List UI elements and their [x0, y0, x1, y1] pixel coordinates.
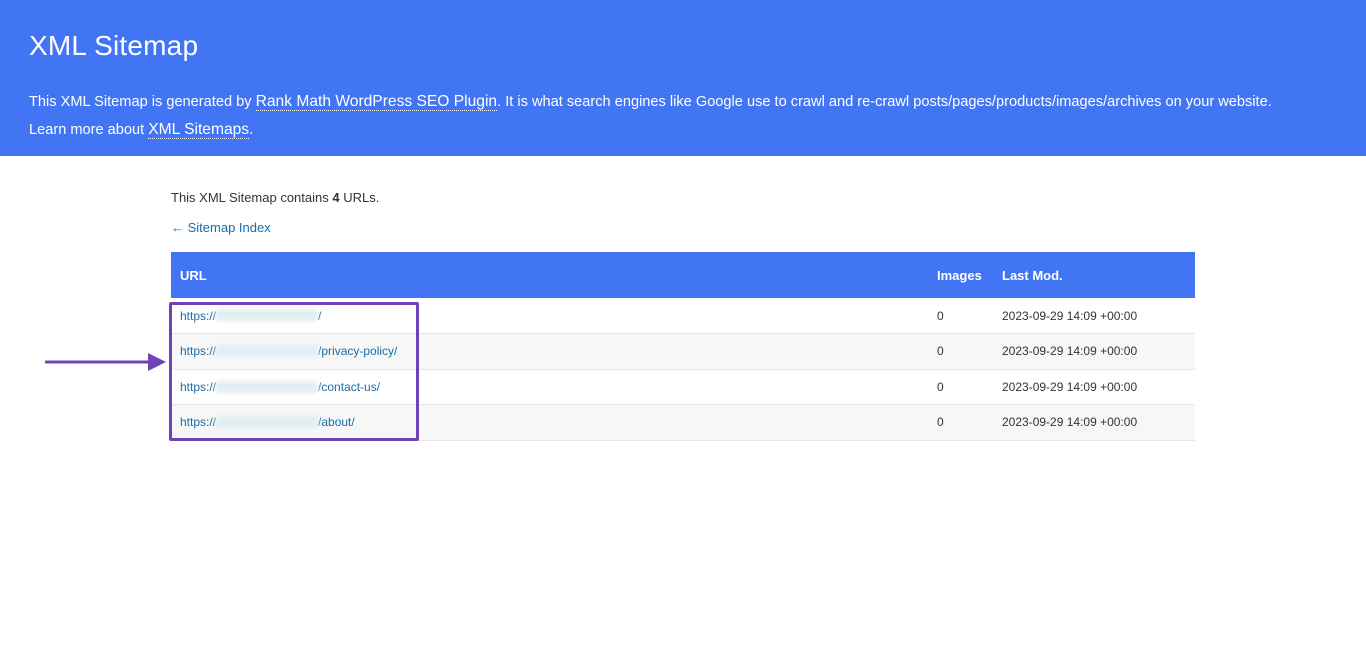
url-link[interactable]: https:// /privacy-policy/	[180, 344, 397, 358]
url-path: /about/	[318, 415, 355, 430]
images-cell: 0	[937, 379, 944, 394]
lastmod-cell: 2023-09-29 14:09 +00:00	[1002, 344, 1138, 359]
lastmod-cell: 2023-09-29 14:09 +00:00	[1002, 415, 1138, 430]
url-prefix: https://	[180, 415, 217, 430]
url-prefix: https://	[180, 308, 217, 323]
table-row: https:// / 0 2023-09-29 14:09 +00:00	[171, 298, 1195, 334]
desc-prefix: This XML Sitemap is generated by	[29, 94, 256, 110]
header-lastmod[interactable]: Last Mod.	[993, 252, 1195, 298]
url-link[interactable]: https:// /contact-us/	[180, 380, 380, 394]
sitemap-index-link[interactable]: ← Sitemap Index	[171, 220, 271, 236]
annotation-arrow-icon	[45, 353, 166, 371]
xml-sitemaps-link[interactable]: XML Sitemaps	[148, 121, 250, 139]
page-title: XML Sitemap	[29, 30, 199, 61]
images-cell: 0	[937, 308, 944, 323]
table-row: https:// /contact-us/ 0 2023-09-29 14:09 …	[171, 369, 1195, 405]
url-cell: https:// /	[171, 298, 928, 334]
url-count: 4	[332, 190, 340, 205]
header-images[interactable]: Images	[928, 252, 993, 298]
learn-prefix: Learn more about	[29, 122, 149, 138]
sitemap-table: URL Images Last Mod. https:// / 0 2023-09…	[171, 252, 1195, 441]
lastmod-cell: 2023-09-29 14:09 +00:00	[1002, 308, 1138, 323]
header-url[interactable]: URL	[171, 252, 928, 298]
sitemap-content: This XML Sitemap contains 4 URLs. ← Site…	[171, 188, 1195, 440]
page-header: XML Sitemap This XML Sitemap is generate…	[0, 0, 1366, 156]
url-prefix: https://	[180, 344, 217, 359]
blurred-domain	[216, 345, 319, 358]
table-header-row: URL Images Last Mod.	[171, 252, 1195, 298]
url-path: /	[318, 308, 322, 323]
images-cell: 0	[937, 344, 944, 359]
blurred-domain	[216, 380, 319, 393]
lastmod-cell: 2023-09-29 14:09 +00:00	[1002, 379, 1138, 394]
images-cell: 0	[937, 415, 944, 430]
url-path: /privacy-policy/	[318, 344, 398, 359]
count-suffix: URLs.	[339, 190, 380, 205]
count-prefix: This XML Sitemap contains	[171, 190, 333, 205]
url-link[interactable]: https:// /	[180, 309, 321, 323]
table-row: https:// /privacy-policy/ 0 2023-09-29 14…	[171, 333, 1195, 370]
url-cell: https:// /contact-us/	[171, 369, 928, 405]
blurred-domain	[216, 309, 319, 322]
url-prefix: https://	[180, 379, 217, 394]
learn-suffix: .	[249, 122, 254, 138]
url-count-text: This XML Sitemap contains 4 URLs.	[171, 188, 1195, 208]
table-row: https:// /about/ 0 2023-09-29 14:09 +00:0…	[171, 404, 1195, 441]
url-path: /contact-us/	[318, 379, 381, 394]
rank-math-plugin-link[interactable]: Rank Math WordPress SEO Plugin	[255, 93, 498, 111]
url-link[interactable]: https:// /about/	[180, 415, 355, 429]
header-description: This XML Sitemap is generated by Rank Ma…	[29, 88, 1337, 144]
blurred-domain	[216, 416, 319, 429]
url-cell: https:// /privacy-policy/	[171, 334, 928, 370]
url-cell: https:// /about/	[171, 405, 928, 441]
desc-middle: . It is what search engines like Google …	[497, 94, 1272, 110]
